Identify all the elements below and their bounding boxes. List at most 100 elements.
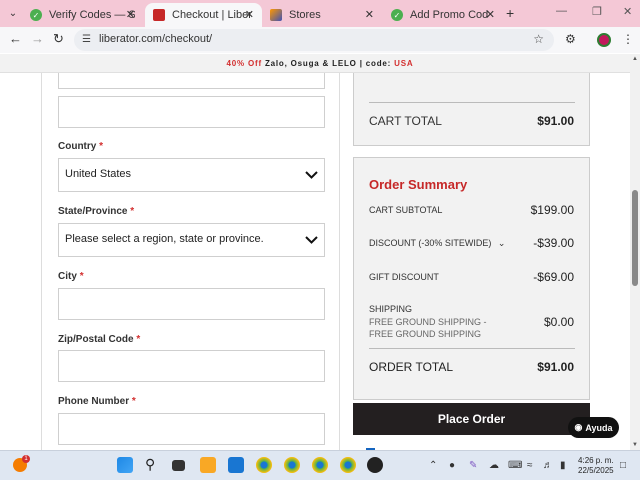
bookmark-star-icon[interactable]: ☆ bbox=[533, 32, 544, 46]
close-tab-icon[interactable]: ✕ bbox=[126, 8, 135, 21]
tab-verify-codes[interactable]: ✓ Verify Codes — Simply ✕ bbox=[22, 3, 143, 27]
cart-total-label: CART TOTAL bbox=[369, 114, 442, 128]
gift-discount-value: -$69.00 bbox=[533, 270, 574, 284]
subtotal-label: CART SUBTOTAL bbox=[369, 205, 443, 215]
chrome-icon[interactable] bbox=[256, 457, 272, 473]
order-total-label: ORDER TOTAL bbox=[369, 360, 454, 374]
state-label: State/Province * bbox=[58, 206, 135, 217]
divider bbox=[369, 102, 575, 103]
promo-code: USA bbox=[394, 59, 414, 68]
city-label: City * bbox=[58, 271, 84, 282]
chrome-icon[interactable] bbox=[284, 457, 300, 473]
windows-taskbar: 1 ⚲ ⌃ ● ✎ ☁ ⌨ ≈ ♬ ▮ 4:26 p. m. 22/5/2025… bbox=[0, 450, 640, 480]
shipping-label: SHIPPING bbox=[369, 304, 413, 314]
discount-toggle[interactable]: DISCOUNT (-30% SITEWIDE) ⌄ bbox=[369, 238, 505, 249]
tab-title: Add Promo Codes — S bbox=[410, 9, 488, 21]
shipping-method: FREE GROUND SHIPPING - FREE GROUND SHIPP… bbox=[369, 317, 487, 339]
browser-toolbar: ← → ↻ ☰ liberator.com/checkout/ ☆ ⚙ ⋮ bbox=[0, 27, 640, 53]
address-line-2-field[interactable] bbox=[58, 96, 325, 128]
discount-value: -$39.00 bbox=[533, 236, 574, 250]
scroll-down-icon[interactable]: ▼ bbox=[632, 442, 638, 448]
phone-field[interactable] bbox=[58, 413, 325, 445]
help-chat-button[interactable]: ◉ Ayuda bbox=[568, 417, 619, 438]
profile-avatar[interactable] bbox=[597, 33, 611, 47]
help-label: Ayuda bbox=[585, 422, 613, 433]
shipping-value: $0.00 bbox=[543, 315, 574, 329]
liberator-logo-icon bbox=[153, 9, 165, 21]
url-text: liberator.com/checkout/ bbox=[99, 33, 213, 45]
tab-title: Stores bbox=[289, 9, 321, 21]
clock-time: 4:26 p. m. bbox=[578, 456, 614, 465]
back-icon[interactable]: ← bbox=[9, 31, 22, 46]
system-clock[interactable]: 4:26 p. m. 22/5/2025 bbox=[578, 456, 614, 476]
site-info-icon[interactable]: ☰ bbox=[82, 34, 91, 45]
minimize-icon[interactable]: — bbox=[556, 5, 567, 17]
country-select[interactable]: United States bbox=[58, 158, 325, 192]
chevron-down-icon bbox=[305, 236, 318, 244]
chrome-icon[interactable] bbox=[340, 457, 356, 473]
close-tab-icon[interactable]: ✕ bbox=[245, 8, 254, 21]
chat-icon: ◉ bbox=[574, 422, 583, 432]
gift-discount-label: GIFT DISCOUNT bbox=[369, 272, 439, 282]
search-icon[interactable]: ⚲ bbox=[145, 456, 161, 472]
cloud-icon[interactable]: ☁ bbox=[489, 460, 499, 471]
address-bar[interactable]: ☰ liberator.com/checkout/ ☆ bbox=[74, 29, 554, 51]
task-view-icon[interactable] bbox=[172, 460, 185, 471]
page-scrollbar[interactable]: ▲ ▼ bbox=[630, 54, 640, 450]
tab-checkout[interactable]: Checkout | Liberator.co ✕ bbox=[145, 3, 262, 27]
stores-icon bbox=[270, 9, 282, 21]
cart-total-value: $91.00 bbox=[537, 114, 574, 128]
wifi-icon[interactable]: ≈ bbox=[527, 460, 533, 471]
pen-icon[interactable]: ✎ bbox=[469, 460, 477, 471]
city-field[interactable] bbox=[58, 288, 325, 320]
keyboard-icon[interactable]: ⌨ bbox=[508, 460, 522, 471]
scroll-up-icon[interactable]: ▲ bbox=[632, 56, 638, 62]
forward-icon[interactable]: → bbox=[31, 31, 44, 46]
green-check-icon: ✓ bbox=[391, 9, 403, 21]
address-line-field[interactable] bbox=[58, 73, 325, 89]
tab-strip: ⌄ ✓ Verify Codes — Simply ✕ Checkout | L… bbox=[0, 0, 640, 27]
state-select[interactable]: Please select a region, state or provinc… bbox=[58, 223, 325, 257]
volume-icon[interactable]: ♬ bbox=[543, 460, 553, 471]
cart-total-box: CART TOTAL $91.00 bbox=[353, 73, 590, 146]
scroll-thumb[interactable] bbox=[632, 190, 638, 286]
close-tab-icon[interactable]: ✕ bbox=[365, 8, 374, 21]
clock-date: 22/5/2025 bbox=[578, 466, 614, 475]
phone-label: Phone Number * bbox=[58, 396, 136, 407]
place-order-button[interactable]: Place Order bbox=[353, 403, 590, 435]
close-window-icon[interactable]: ✕ bbox=[623, 5, 632, 18]
tab-title: Verify Codes — Simply bbox=[49, 9, 135, 21]
promo-text: Zalo, Osuga & LELO | code: bbox=[264, 59, 392, 68]
reload-icon[interactable]: ↻ bbox=[53, 31, 64, 47]
subtotal-value: $199.00 bbox=[530, 203, 574, 217]
battery-icon[interactable]: ▮ bbox=[560, 460, 566, 471]
country-label: Country * bbox=[58, 141, 104, 152]
start-windows-icon[interactable] bbox=[117, 457, 133, 473]
notification-badge: 1 bbox=[22, 455, 30, 463]
shipping-address-form: Country * United States State/Province *… bbox=[41, 73, 340, 450]
tab-add-promo[interactable]: ✓ Add Promo Codes — S ✕ bbox=[383, 3, 503, 27]
chevron-down-icon bbox=[305, 171, 318, 179]
extensions-icon[interactable]: ⚙ bbox=[565, 32, 576, 46]
store-icon[interactable] bbox=[228, 457, 244, 473]
new-tab-icon[interactable]: + bbox=[506, 5, 514, 21]
tray-app-icon[interactable]: ● bbox=[449, 460, 455, 471]
tab-stores[interactable]: Stores ✕ bbox=[262, 3, 382, 27]
divider bbox=[369, 348, 575, 349]
close-tab-icon[interactable]: ✕ bbox=[486, 8, 495, 21]
tab-title: Checkout | Liberator.co bbox=[172, 9, 252, 21]
order-summary-title: Order Summary bbox=[369, 177, 468, 192]
tray-expand-icon[interactable]: ⌃ bbox=[429, 460, 437, 471]
file-explorer-icon[interactable] bbox=[200, 457, 216, 473]
tab-search-icon[interactable]: ⌄ bbox=[4, 5, 22, 21]
chrome-icon[interactable] bbox=[312, 457, 328, 473]
zip-field[interactable] bbox=[58, 350, 325, 382]
more-menu-icon[interactable]: ⋮ bbox=[622, 32, 634, 46]
promo-banner[interactable]: 40% Off Zalo, Osuga & LELO | code: USA bbox=[0, 54, 640, 73]
app-icon[interactable] bbox=[367, 457, 383, 473]
green-check-icon: ✓ bbox=[30, 9, 42, 21]
restore-icon[interactable]: ❐ bbox=[592, 5, 602, 18]
zip-label: Zip/Postal Code * bbox=[58, 334, 141, 345]
order-total-value: $91.00 bbox=[537, 360, 574, 374]
notifications-icon[interactable]: □ bbox=[620, 460, 626, 471]
